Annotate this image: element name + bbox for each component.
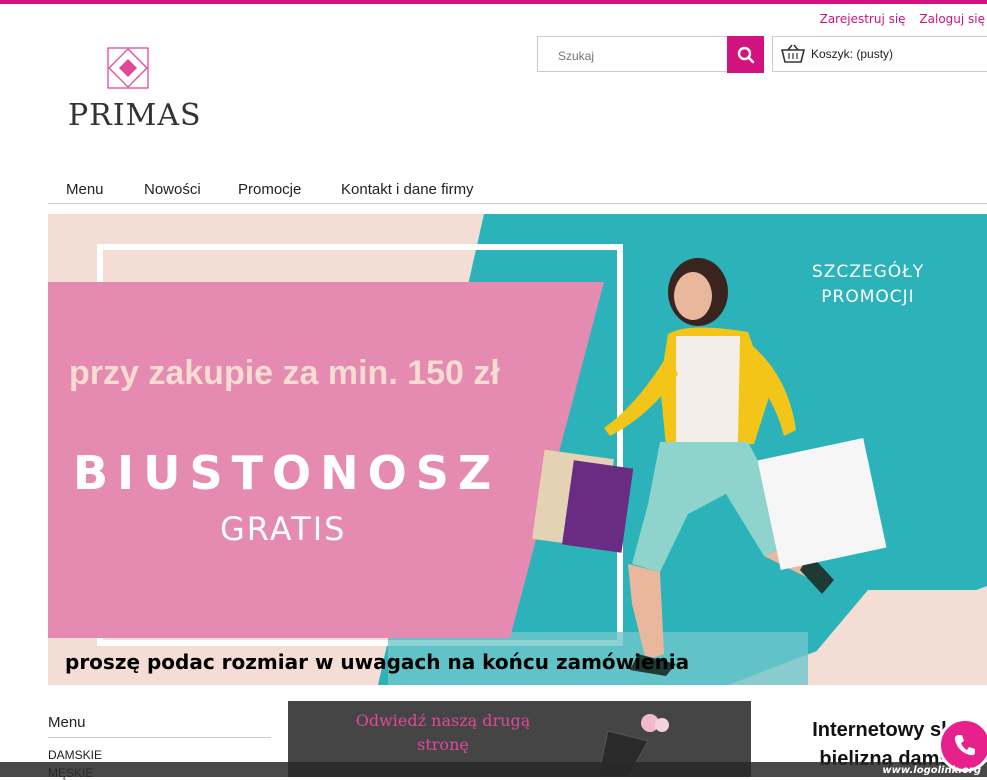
nav-item-nowosci[interactable]: Nowości: [144, 181, 201, 198]
search-input[interactable]: [556, 48, 730, 64]
search-button[interactable]: [727, 36, 764, 73]
sidebar-item-damskie[interactable]: DAMSKIE: [48, 748, 102, 762]
nav-item-kontakt[interactable]: Kontakt i dane firmy: [341, 181, 474, 198]
basket-icon: [781, 44, 805, 63]
phone-call-button[interactable]: [938, 718, 987, 772]
promo-banner[interactable]: przy zakupie za min. 150 zł BIUSTONOSZ G…: [48, 214, 987, 685]
register-link[interactable]: Zarejestruj się: [820, 12, 906, 26]
banner-size-note: proszę podac rozmiar w uwagach na końcu …: [65, 650, 690, 674]
logo-text: PRIMAS: [68, 98, 202, 133]
top-accent-bar: [0, 0, 987, 4]
sidebar-divider: [48, 737, 271, 738]
main-nav: Menu Nowości Promocje Kontakt i dane fir…: [48, 176, 987, 204]
account-links: Zarejestruj się Zaloguj się: [810, 12, 985, 26]
cart-label: Koszyk: (pusty): [811, 47, 894, 61]
second-site-link[interactable]: Odwiedź naszą drugą stronę: [354, 709, 532, 757]
watermark-text: www.logolink.org: [882, 765, 981, 776]
site-logo[interactable]: PRIMAS: [66, 44, 201, 140]
banner-headline: przy zakupie za min. 150 zł: [69, 354, 500, 392]
login-link[interactable]: Zaloguj się: [919, 12, 985, 26]
banner-free: GRATIS: [220, 510, 347, 548]
promo-details-link[interactable]: SZCZEGÓŁY PROMOCJI: [805, 260, 931, 310]
phone-icon: [954, 735, 975, 756]
banner-product: BIUSTONOSZ: [73, 446, 501, 500]
magnifier-icon: [737, 46, 754, 63]
cart-widget[interactable]: Koszyk: (pusty): [772, 36, 987, 72]
bottom-overlay-strip: [0, 762, 987, 777]
sidebar-title: Menu: [48, 714, 86, 731]
diamond-logo-icon: [107, 47, 149, 89]
nav-item-promocje[interactable]: Promocje: [238, 181, 301, 198]
nav-item-menu[interactable]: Menu: [66, 181, 104, 198]
